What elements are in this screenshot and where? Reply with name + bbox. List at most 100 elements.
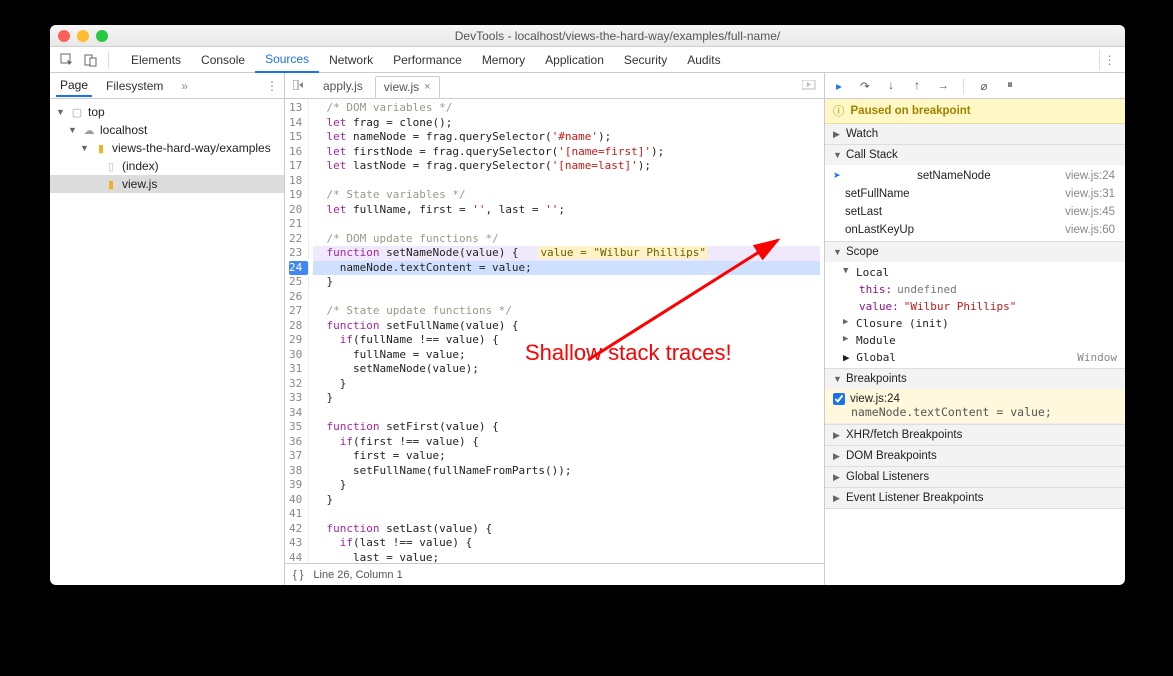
line-gutter: 1314151617181920212223242526272829303132… (285, 99, 309, 563)
stack-frame[interactable]: onLastKeyUpview.js:60 (825, 221, 1125, 239)
scope-global[interactable]: ▶ GlobalWindow (825, 349, 1125, 366)
window-title: DevTools - localhost/views-the-hard-way/… (118, 29, 1117, 43)
breakpoint-row[interactable]: view.js:24 nameNode.textContent = value; (825, 389, 1125, 424)
banner-text: Paused on breakpoint (851, 105, 971, 117)
watch-section[interactable]: ▶Watch (825, 124, 1125, 145)
devtools-window: DevTools - localhost/views-the-hard-way/… (50, 25, 1125, 585)
panel-tab-sources[interactable]: Sources (255, 47, 319, 73)
xhr-section[interactable]: ▶XHR/fetch Breakpoints (825, 425, 1125, 446)
deactivate-bp-icon[interactable]: ⌀ (976, 79, 992, 93)
code-content: /* DOM variables */ let frag = clone(); … (309, 99, 824, 563)
scope-local[interactable]: ▼Local (825, 264, 1125, 281)
scope-body: ▼Local this: undefined value: "Wilbur Ph… (825, 262, 1125, 368)
step-icon[interactable]: → (935, 80, 951, 92)
global-listeners-section[interactable]: ▶Global Listeners (825, 467, 1125, 488)
section-title: DOM Breakpoints (846, 450, 937, 462)
dom-bp-section[interactable]: ▶DOM Breakpoints (825, 446, 1125, 467)
panel-tabs: ElementsConsoleSourcesNetworkPerformance… (121, 47, 731, 73)
close-window-icon[interactable] (58, 30, 70, 42)
scope-header[interactable]: ▼Scope (825, 242, 1125, 262)
debugger-panel: ▸ ↷ ↓ ↑ → ⌀ ⏸ ⓘ Paused on breakpoint ▶Wa… (825, 73, 1125, 585)
select-element-icon[interactable] (56, 50, 78, 70)
editor-tab-viewjs[interactable]: view.js × (375, 76, 440, 98)
tree-label: view.js (122, 177, 157, 191)
tree-top[interactable]: ▼▢top (50, 103, 284, 121)
panel-tab-application[interactable]: Application (535, 47, 614, 73)
main-toolbar: ElementsConsoleSourcesNetworkPerformance… (50, 47, 1125, 73)
section-title: Event Listener Breakpoints (846, 492, 983, 504)
panel-tab-console[interactable]: Console (191, 47, 255, 73)
editor-tabs: apply.js view.js × (285, 73, 824, 99)
pause-banner: ⓘ Paused on breakpoint (825, 99, 1125, 124)
pause-exceptions-icon[interactable]: ⏸ (1002, 79, 1018, 92)
cursor-position: Line 26, Column 1 (313, 569, 402, 581)
breakpoints-section: ▼Breakpoints view.js:24 nameNode.textCon… (825, 369, 1125, 425)
info-icon: ⓘ (833, 103, 845, 119)
section-title: Breakpoints (846, 373, 907, 385)
editor-panel: apply.js view.js × 1314151617181920212223… (285, 73, 825, 585)
section-title: Call Stack (846, 149, 898, 161)
device-toolbar-icon[interactable] (80, 50, 102, 70)
tree-folder[interactable]: ▼▮views-the-hard-way/examples (50, 139, 284, 157)
braces-icon[interactable]: { } (293, 569, 303, 581)
tree-host[interactable]: ▼☁localhost (50, 121, 284, 139)
bp-label: view.js:24 (850, 393, 900, 405)
file-tree: ▼▢top ▼☁localhost ▼▮views-the-hard-way/e… (50, 99, 284, 197)
callstack-header[interactable]: ▼Call Stack (825, 145, 1125, 165)
traffic-lights (58, 30, 108, 42)
section-title: Watch (846, 128, 878, 140)
zoom-window-icon[interactable] (96, 30, 108, 42)
page-tab[interactable]: Page (56, 75, 92, 97)
tree-label: (index) (122, 159, 159, 173)
bp-checkbox[interactable] (833, 393, 845, 405)
section-title: Global Listeners (846, 471, 929, 483)
kebab-menu-icon[interactable]: ⋮ (1099, 50, 1119, 70)
step-out-icon[interactable]: ↑ (909, 80, 925, 92)
stack-frame[interactable]: setNameNodeview.js:24 (825, 167, 1125, 185)
editor-tab-applyjs[interactable]: apply.js (315, 76, 371, 96)
resume-icon[interactable]: ▸ (831, 79, 847, 93)
scope-module[interactable]: ▶Module (825, 332, 1125, 349)
section-title: XHR/fetch Breakpoints (846, 429, 962, 441)
code-editor[interactable]: 1314151617181920212223242526272829303132… (285, 99, 824, 563)
filesystem-tab[interactable]: Filesystem (102, 76, 167, 96)
event-bp-section[interactable]: ▶Event Listener Breakpoints (825, 488, 1125, 509)
panel-tab-security[interactable]: Security (614, 47, 677, 73)
more-tabs-icon[interactable]: » (181, 79, 188, 93)
scope-section: ▼Scope ▼Local this: undefined value: "Wi… (825, 242, 1125, 369)
navigator-tabs: Page Filesystem » ⋮ (50, 73, 284, 99)
tree-file-viewjs[interactable]: ▮view.js (50, 175, 284, 193)
tree-label: views-the-hard-way/examples (112, 141, 271, 155)
panel-tab-elements[interactable]: Elements (121, 47, 191, 73)
step-over-icon[interactable]: ↷ (857, 79, 873, 93)
tab-label: view.js (384, 80, 419, 94)
run-snippet-icon[interactable] (798, 79, 820, 93)
history-back-icon[interactable] (289, 79, 311, 93)
navigator-panel: Page Filesystem » ⋮ ▼▢top ▼☁localhost ▼▮… (50, 73, 285, 585)
tree-label: top (88, 105, 105, 119)
callstack-section: ▼Call Stack setNameNodeview.js:24setFull… (825, 145, 1125, 242)
stack-frame[interactable]: setFullNameview.js:31 (825, 185, 1125, 203)
scope-value: value: "Wilbur Phillips" (825, 298, 1125, 315)
scope-closure[interactable]: ▶Closure (init) (825, 315, 1125, 332)
close-tab-icon[interactable]: × (424, 81, 430, 93)
section-title: Scope (846, 246, 879, 258)
callstack-body: setNameNodeview.js:24setFullNameview.js:… (825, 165, 1125, 241)
panel-tab-audits[interactable]: Audits (677, 47, 730, 73)
kebab-icon[interactable]: ⋮ (266, 79, 278, 93)
editor-statusbar: { } Line 26, Column 1 (285, 563, 824, 585)
panel-tab-memory[interactable]: Memory (472, 47, 535, 73)
minimize-window-icon[interactable] (77, 30, 89, 42)
tab-label: apply.js (323, 79, 363, 93)
bp-code: nameNode.textContent = value; (833, 405, 1117, 419)
scope-this: this: undefined (825, 281, 1125, 298)
debugger-toolbar: ▸ ↷ ↓ ↑ → ⌀ ⏸ (825, 73, 1125, 99)
titlebar: DevTools - localhost/views-the-hard-way/… (50, 25, 1125, 47)
panel-tab-network[interactable]: Network (319, 47, 383, 73)
breakpoints-header[interactable]: ▼Breakpoints (825, 369, 1125, 389)
stack-frame[interactable]: setLastview.js:45 (825, 203, 1125, 221)
panel-tab-performance[interactable]: Performance (383, 47, 472, 73)
tree-label: localhost (100, 123, 147, 137)
tree-file-index[interactable]: ▯(index) (50, 157, 284, 175)
step-into-icon[interactable]: ↓ (883, 80, 899, 92)
